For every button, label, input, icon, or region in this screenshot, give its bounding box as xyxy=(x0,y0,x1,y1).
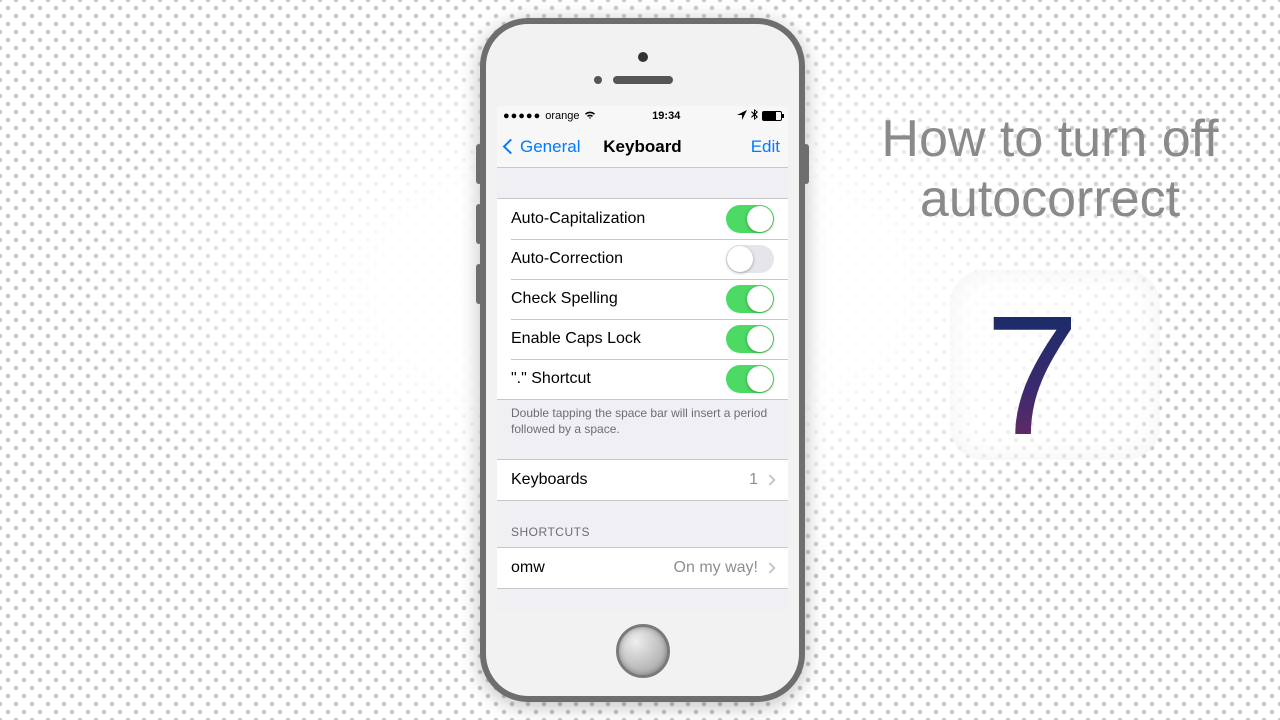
headline-line-1: How to turn off xyxy=(870,110,1230,170)
nav-bar: General Keyboard Edit xyxy=(497,126,788,168)
row-period-shortcut: "." Shortcut xyxy=(497,359,788,399)
row-enable-caps-lock: Enable Caps Lock xyxy=(497,319,788,359)
chevron-right-icon xyxy=(764,563,775,574)
shortcut-phrase: On my way! xyxy=(674,559,758,577)
toggles-group: Auto-Capitalization Auto-Correction Chec… xyxy=(497,198,788,400)
row-shortcut[interactable]: omw On my way! xyxy=(497,548,788,588)
tutorial-headline: How to turn off autocorrect xyxy=(870,110,1230,230)
clock: 19:34 xyxy=(652,110,680,122)
bluetooth-icon xyxy=(751,109,758,123)
row-label: Enable Caps Lock xyxy=(511,330,641,348)
screen: ●●●●● orange 19:34 General xyxy=(497,106,788,610)
row-keyboards[interactable]: Keyboards 1 xyxy=(497,460,788,500)
row-label: Keyboards xyxy=(511,471,588,489)
row-auto-capitalization: Auto-Capitalization xyxy=(497,199,788,239)
headline-line-2: autocorrect xyxy=(870,170,1230,230)
toggle-period-shortcut[interactable] xyxy=(726,365,774,393)
wifi-icon xyxy=(584,110,596,123)
toggle-check-spelling[interactable] xyxy=(726,285,774,313)
front-camera xyxy=(638,52,648,62)
shortcuts-header: SHORTCUTS xyxy=(497,525,788,543)
row-auto-correction: Auto-Correction xyxy=(497,239,788,279)
shortcuts-group: omw On my way! xyxy=(497,547,788,589)
period-shortcut-footer: Double tapping the space bar will insert… xyxy=(497,400,788,437)
iphone-frame: ●●●●● orange 19:34 General xyxy=(480,18,805,702)
keyboards-count: 1 xyxy=(749,471,758,489)
chevron-right-icon xyxy=(764,475,775,486)
shortcut-key: omw xyxy=(511,559,545,577)
status-bar: ●●●●● orange 19:34 xyxy=(497,106,788,126)
home-button[interactable] xyxy=(616,624,670,678)
proximity-sensor xyxy=(594,76,602,84)
battery-icon xyxy=(762,111,782,121)
row-check-spelling: Check Spelling xyxy=(497,279,788,319)
row-label: Auto-Correction xyxy=(511,250,623,268)
back-label: General xyxy=(520,137,580,157)
chevron-left-icon xyxy=(503,139,519,155)
signal-dots-icon: ●●●●● xyxy=(503,110,541,122)
ios7-glyph: 7 xyxy=(985,278,1080,474)
keyboards-group: Keyboards 1 xyxy=(497,459,788,501)
toggle-auto-correction[interactable] xyxy=(726,245,774,273)
carrier-label: orange xyxy=(545,110,579,122)
earpiece xyxy=(613,76,673,84)
row-label: Auto-Capitalization xyxy=(511,210,645,228)
row-label: Check Spelling xyxy=(511,290,618,308)
edit-button[interactable]: Edit xyxy=(751,137,780,157)
back-button[interactable]: General xyxy=(505,137,580,157)
toggle-caps-lock[interactable] xyxy=(726,325,774,353)
location-icon xyxy=(737,110,747,123)
toggle-auto-capitalization[interactable] xyxy=(726,205,774,233)
row-label: "." Shortcut xyxy=(511,370,591,388)
